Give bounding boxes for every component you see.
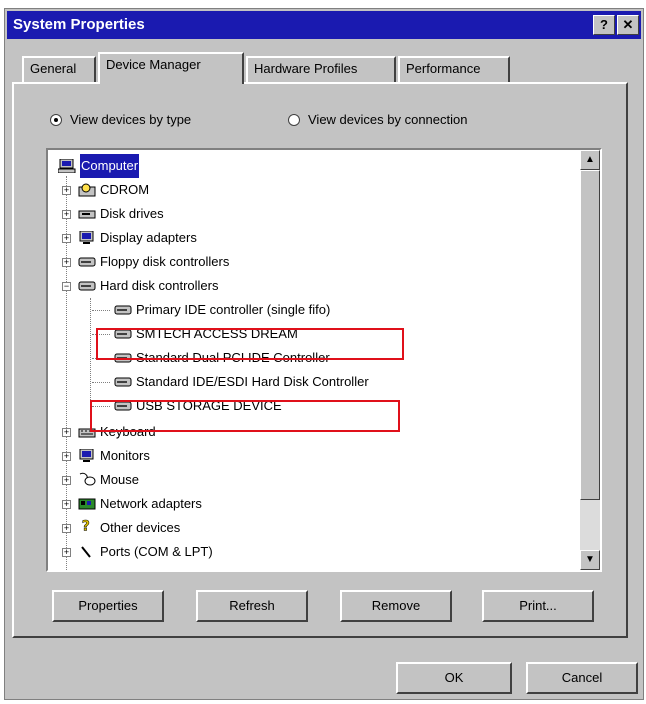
radio-by-connection[interactable]: View devices by connection (288, 112, 467, 127)
tree-line (92, 310, 110, 311)
controller-icon (114, 305, 132, 315)
monitor-icon (79, 231, 94, 244)
title-bar: System Properties ? ✕ (7, 11, 641, 39)
print-button[interactable]: Print... (482, 590, 594, 622)
device-tree[interactable]: Computer + CDROM + Disk drives + Display… (46, 148, 602, 572)
controller-icon (78, 281, 96, 291)
radio-by-connection-label: View devices by connection (308, 112, 468, 127)
expand-plus-icon: + (62, 427, 71, 437)
disk-drive-icon (78, 210, 96, 219)
radio-by-type-label: View devices by type (70, 112, 192, 127)
mouse-icon (79, 472, 96, 486)
properties-button[interactable]: Properties (52, 590, 164, 622)
tab-hardware-profiles[interactable]: Hardware Profiles (246, 56, 396, 82)
cdrom-icon (78, 183, 96, 197)
controller-icon (78, 257, 96, 267)
expand-plus-icon: + (62, 547, 71, 557)
tree-item-label: Network adapters (100, 496, 202, 511)
tab-performance[interactable]: Performance (398, 56, 510, 82)
close-button[interactable]: ✕ (617, 15, 639, 35)
scroll-down-button[interactable]: ▼ (580, 550, 600, 570)
controller-icon (114, 377, 132, 387)
expand-plus-icon: + (62, 523, 71, 533)
tree-item-label: Standard IDE/ESDI Hard Disk Controller (136, 374, 369, 389)
tree-item-label: Floppy disk controllers (100, 254, 230, 269)
remove-button[interactable]: Remove (340, 590, 452, 622)
tree-root-label: Computer (80, 154, 140, 178)
expand-plus-icon: + (62, 475, 71, 485)
tree-item-label: Display adapters (100, 230, 197, 245)
tree-item-label: Hard disk controllers (100, 278, 219, 293)
expand-plus-icon: + (62, 499, 71, 509)
expand-plus-icon: + (62, 233, 71, 243)
refresh-button[interactable]: Refresh (196, 590, 308, 622)
tab-device-manager[interactable]: Device Manager (98, 52, 244, 84)
computer-icon (58, 159, 76, 173)
tree-item-label: Disk drives (100, 206, 164, 221)
collapse-minus-icon: − (62, 281, 71, 291)
tree-line (90, 298, 91, 402)
scroll-up-button[interactable]: ▲ (580, 150, 600, 170)
svg-text:?: ? (82, 518, 90, 532)
monitor-icon (79, 449, 94, 462)
expand-plus-icon: + (62, 209, 71, 219)
network-adapter-icon (78, 498, 96, 510)
tree-content: Computer + CDROM + Disk drives + Display… (48, 150, 580, 570)
tree-item-label: Mouse (100, 472, 140, 487)
tree-item-label: CDROM (100, 182, 150, 197)
window-title: System Properties (13, 16, 145, 33)
highlight-box-smtech (96, 328, 404, 360)
tree-item-label: Monitors (100, 448, 150, 463)
tree-line (92, 382, 110, 383)
tree-item-label: Primary IDE controller (single fifo) (136, 302, 331, 317)
tree-item-label: Ports (COM & LPT) (100, 544, 213, 559)
question-mark-icon: ? (81, 518, 90, 532)
tree-scrollbar[interactable]: ▲ ▼ (580, 150, 600, 570)
port-icon (81, 546, 91, 558)
tree-item-label: Other devices (100, 520, 181, 535)
highlight-box-usb-storage (90, 400, 400, 432)
radio-empty-icon (288, 114, 300, 126)
expand-plus-icon: + (62, 185, 71, 195)
expand-plus-icon: + (62, 257, 71, 267)
expand-plus-icon: + (62, 451, 71, 461)
scroll-thumb[interactable] (580, 170, 600, 500)
tab-general[interactable]: General (22, 56, 96, 82)
radio-by-type[interactable]: View devices by type (50, 112, 191, 127)
radio-selected-icon (50, 114, 62, 126)
help-button[interactable]: ? (593, 15, 615, 35)
ok-button[interactable]: OK (396, 662, 512, 694)
cancel-button[interactable]: Cancel (526, 662, 638, 694)
